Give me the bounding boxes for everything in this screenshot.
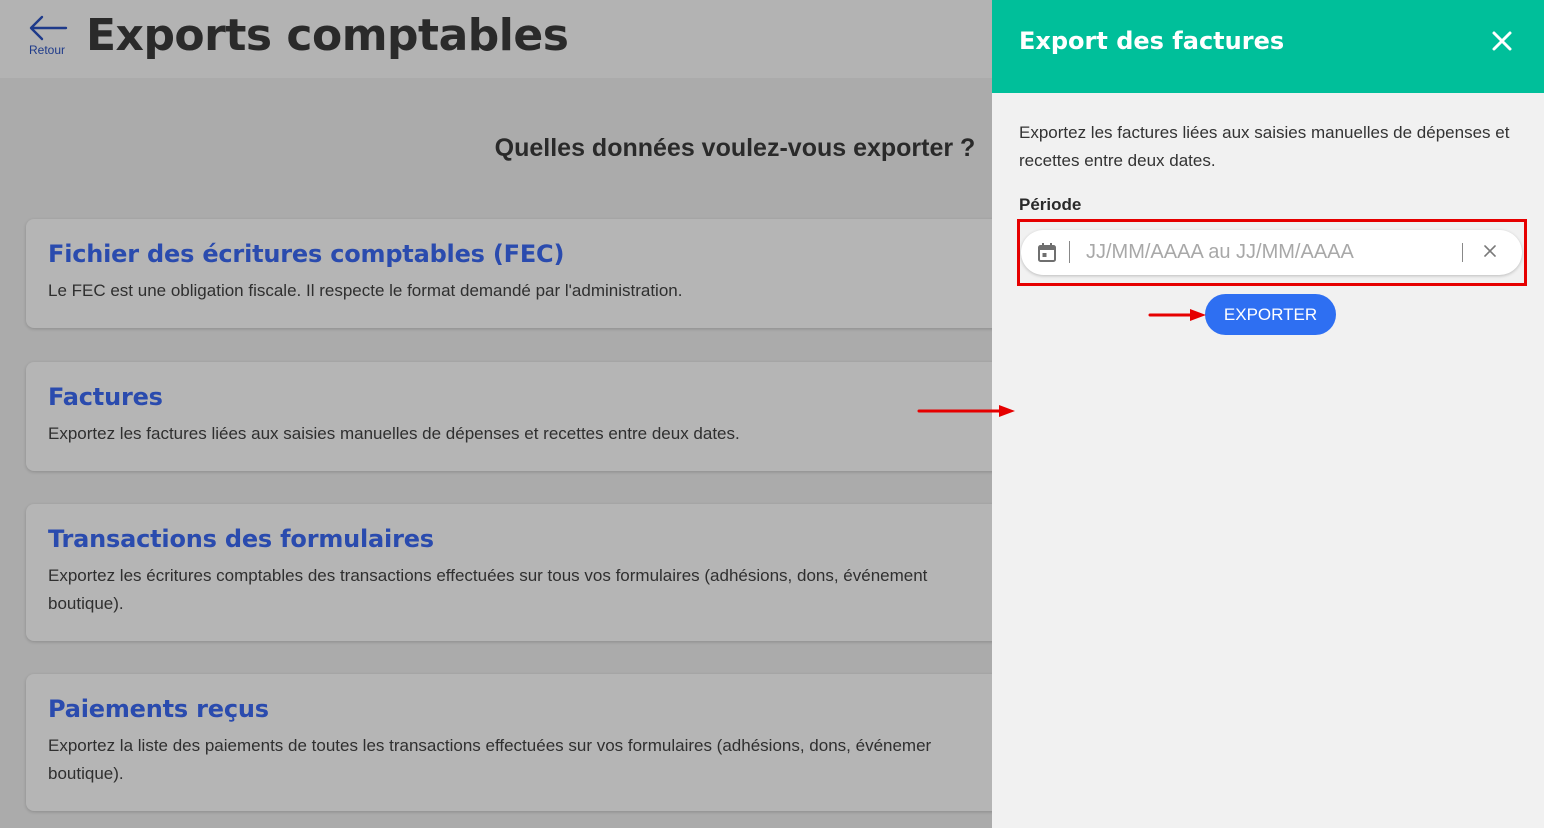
card-description-line: boutique). (48, 594, 124, 613)
annotation-arrow-icon (917, 405, 1015, 417)
card-description: Exportez la liste des paiements de toute… (48, 732, 1008, 788)
page-title: Exports comptables (86, 10, 569, 61)
card-description-line: Exportez les factures liées aux saisies … (48, 424, 740, 443)
export-card-fec[interactable]: Fichier des écritures comptables (FEC) L… (26, 219, 1126, 328)
clear-icon[interactable] (1483, 244, 1497, 258)
panel-header: Export des factures (992, 0, 1544, 93)
calendar-icon (1038, 243, 1056, 262)
card-description-line: boutique). (48, 764, 124, 783)
arrow-left-icon (29, 15, 68, 41)
close-button[interactable] (1490, 28, 1514, 54)
panel-description: Exportez les factures liées aux saisies … (1019, 123, 1510, 170)
date-placeholder: JJ/MM/AAAA au JJ/MM/AAAA (1086, 241, 1354, 263)
card-title: Fichier des écritures comptables (FEC) (48, 240, 565, 268)
input-separator (1069, 241, 1070, 263)
close-icon (1492, 31, 1512, 51)
card-title: Transactions des formulaires (48, 525, 434, 553)
back-button[interactable]: Retour (24, 14, 72, 60)
card-description: Exportez les écritures comptables des tr… (48, 562, 1008, 618)
period-label: Période (1019, 195, 1082, 214)
card-title: Factures (48, 383, 163, 411)
card-description-line: Exportez la liste des paiements de toute… (48, 736, 932, 755)
export-card-transactions[interactable]: Transactions des formulaires Exportez le… (26, 504, 1126, 641)
card-title: Paiements reçus (48, 695, 269, 723)
annotation-arrow-icon (1148, 309, 1206, 321)
card-description-line: Exportez les écritures comptables des tr… (48, 566, 928, 585)
export-side-panel: Export des factures Exportez les facture… (992, 0, 1544, 828)
export-card-paiements[interactable]: Paiements reçus Exportez la liste des pa… (26, 674, 1126, 811)
back-label: Retour (29, 43, 66, 57)
panel-title: Export des factures (1019, 27, 1285, 55)
card-description: Le FEC est une obligation fiscale. Il re… (48, 277, 1008, 305)
export-button[interactable]: EXPORTER (1205, 294, 1336, 335)
period-date-range-input[interactable]: JJ/MM/AAAA au JJ/MM/AAAA (1021, 230, 1522, 275)
card-description: Exportez les factures liées aux saisies … (48, 420, 1008, 448)
card-description-line: Le FEC est une obligation fiscale. Il re… (48, 281, 683, 300)
input-separator (1462, 243, 1463, 262)
